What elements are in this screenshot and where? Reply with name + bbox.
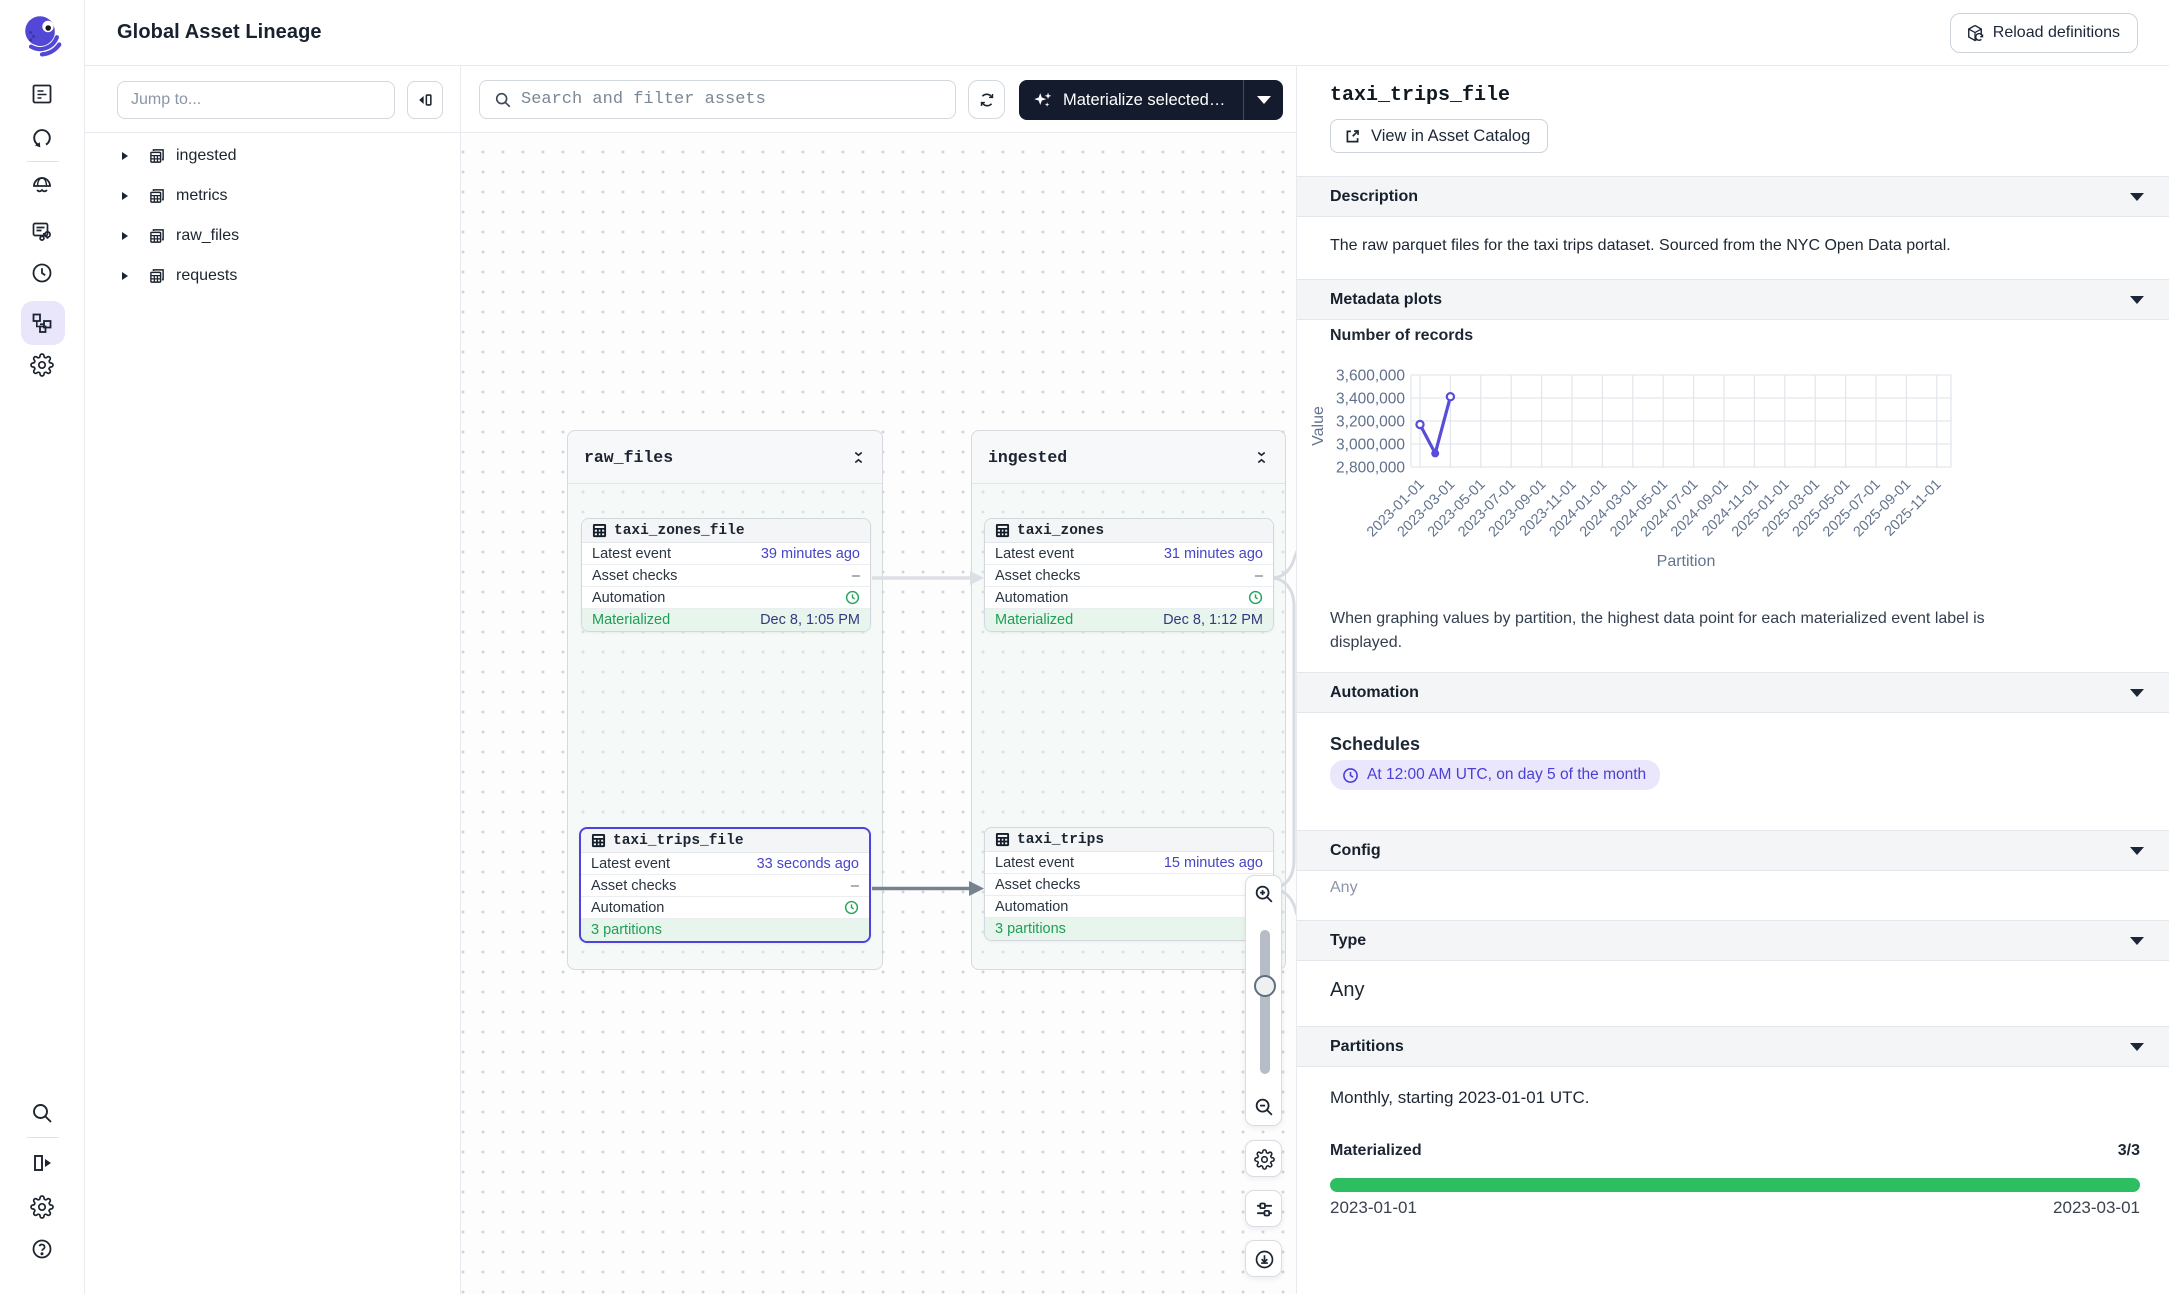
svg-text:3,200,000: 3,200,000 [1336,414,1405,431]
svg-text:2,800,000: 2,800,000 [1336,460,1405,477]
svg-text:3,600,000: 3,600,000 [1336,368,1405,385]
svg-text:Value: Value [1310,406,1327,446]
svg-text:3,000,000: 3,000,000 [1336,437,1405,454]
svg-text:3,400,000: 3,400,000 [1336,391,1405,408]
svg-text:Partition: Partition [1657,553,1716,570]
